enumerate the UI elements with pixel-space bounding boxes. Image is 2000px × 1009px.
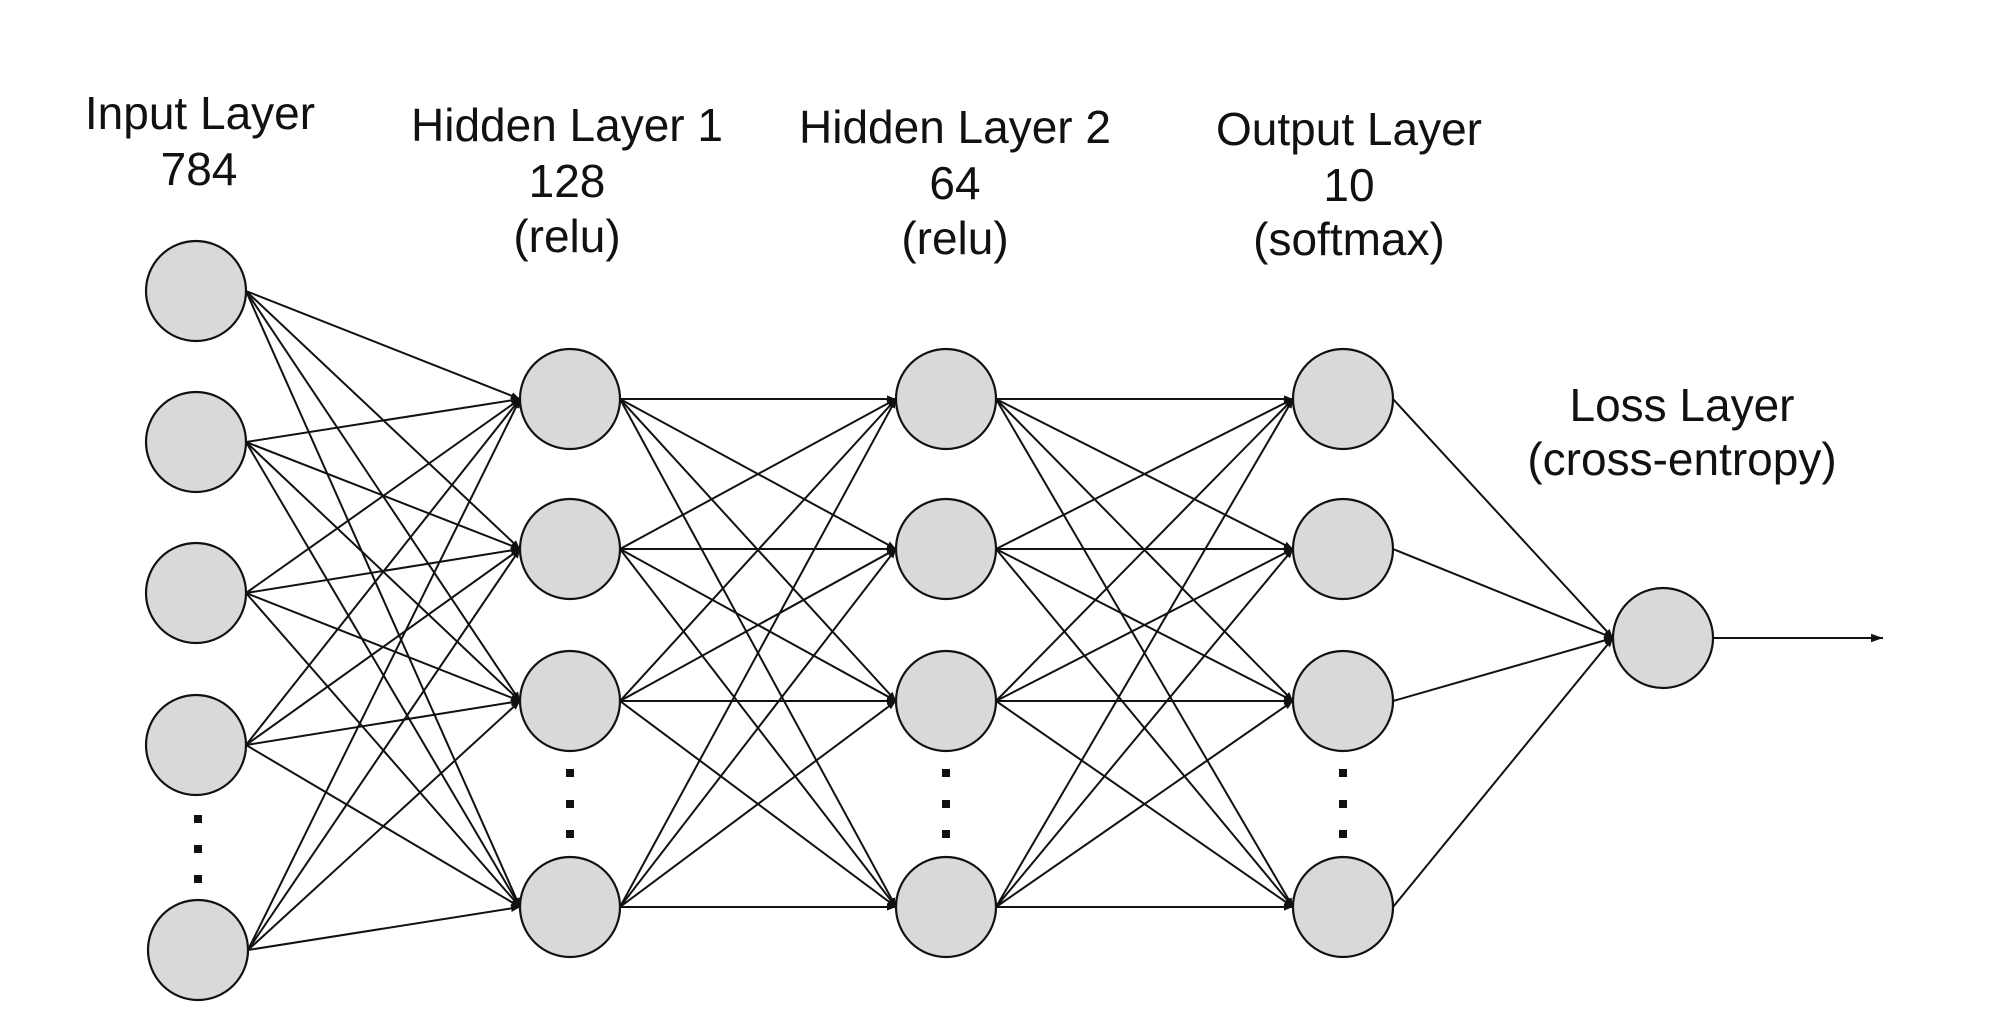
ellipses	[194, 769, 1347, 883]
edge-input-2-to-hidden1-1	[245, 396, 521, 443]
layer-label-input: Input Layer 784	[85, 87, 315, 195]
neuron-input-3	[144, 541, 248, 645]
edge-output-4-to-loss-1	[1392, 637, 1614, 908]
edge-input-4-to-hidden1-2	[245, 548, 521, 746]
ellipsis-dot-output-3	[1339, 830, 1347, 838]
ellipsis-dot-input-3	[194, 875, 202, 883]
neurons	[144, 239, 1715, 1002]
layer-label-output: Output Layer 10 (softmax)	[1216, 103, 1482, 265]
layer-title: Input Layer	[85, 87, 315, 139]
ellipsis-dot-hidden1-3	[566, 830, 574, 838]
neuron-hidden1-1	[518, 347, 622, 451]
neuron-loss-1	[1611, 586, 1715, 690]
ellipsis-dot-hidden2-2	[942, 800, 950, 808]
layer-title: Hidden Layer 1	[411, 99, 723, 151]
layer-size: 64	[929, 157, 980, 209]
layer-label-hidden2: Hidden Layer 2 64 (relu)	[799, 101, 1111, 264]
neuron-input-4	[144, 693, 248, 797]
layer-title: Loss Layer	[1569, 379, 1794, 431]
edge-output-2-to-loss-1	[1392, 548, 1614, 639]
layer-activation: (softmax)	[1253, 213, 1445, 265]
ellipsis-dot-output-1	[1339, 769, 1347, 777]
neuron-hidden1-4	[518, 855, 622, 959]
neuron-output-1	[1291, 347, 1395, 451]
ellipsis-dot-input-1	[194, 815, 202, 823]
neuron-hidden2-1	[894, 347, 998, 451]
neuron-hidden2-3	[894, 649, 998, 753]
layer-activation: (relu)	[513, 210, 620, 262]
neuron-input-2	[144, 390, 248, 494]
neuron-hidden1-2	[518, 497, 622, 601]
ellipsis-dot-hidden2-3	[942, 830, 950, 838]
ellipsis-dot-hidden1-2	[566, 800, 574, 808]
ellipsis-dot-hidden1-1	[566, 769, 574, 777]
layer-title: Hidden Layer 2	[799, 101, 1111, 153]
layer-size: 128	[529, 155, 606, 207]
neuron-output-3	[1291, 649, 1395, 753]
edge-input-4-to-hidden1-1	[245, 398, 521, 746]
edge-output-3-to-loss-1	[1392, 637, 1614, 702]
layer-label-hidden1: Hidden Layer 1 128 (relu)	[411, 99, 723, 262]
neuron-hidden2-2	[894, 497, 998, 601]
layer-label-loss: Loss Layer (cross-entropy)	[1527, 379, 1836, 485]
neuron-input-5	[146, 898, 250, 1002]
layer-activation: (cross-entropy)	[1527, 433, 1836, 485]
ellipsis-dot-hidden2-1	[942, 769, 950, 777]
neuron-output-2	[1291, 497, 1395, 601]
ellipsis-dot-output-2	[1339, 800, 1347, 808]
neuron-input-1	[144, 239, 248, 343]
layer-size: 784	[161, 143, 238, 195]
layer-activation: (relu)	[901, 212, 1008, 264]
neural-network-diagram: Input Layer 784 Hidden Layer 1 128 (relu…	[85, 87, 1883, 1002]
neuron-hidden1-3	[518, 649, 622, 753]
layer-title: Output Layer	[1216, 103, 1482, 155]
ellipsis-dot-input-2	[194, 845, 202, 853]
neuron-hidden2-4	[894, 855, 998, 959]
edge-input-3-to-hidden1-1	[245, 398, 521, 594]
neuron-output-4	[1291, 855, 1395, 959]
layer-size: 10	[1323, 159, 1374, 211]
